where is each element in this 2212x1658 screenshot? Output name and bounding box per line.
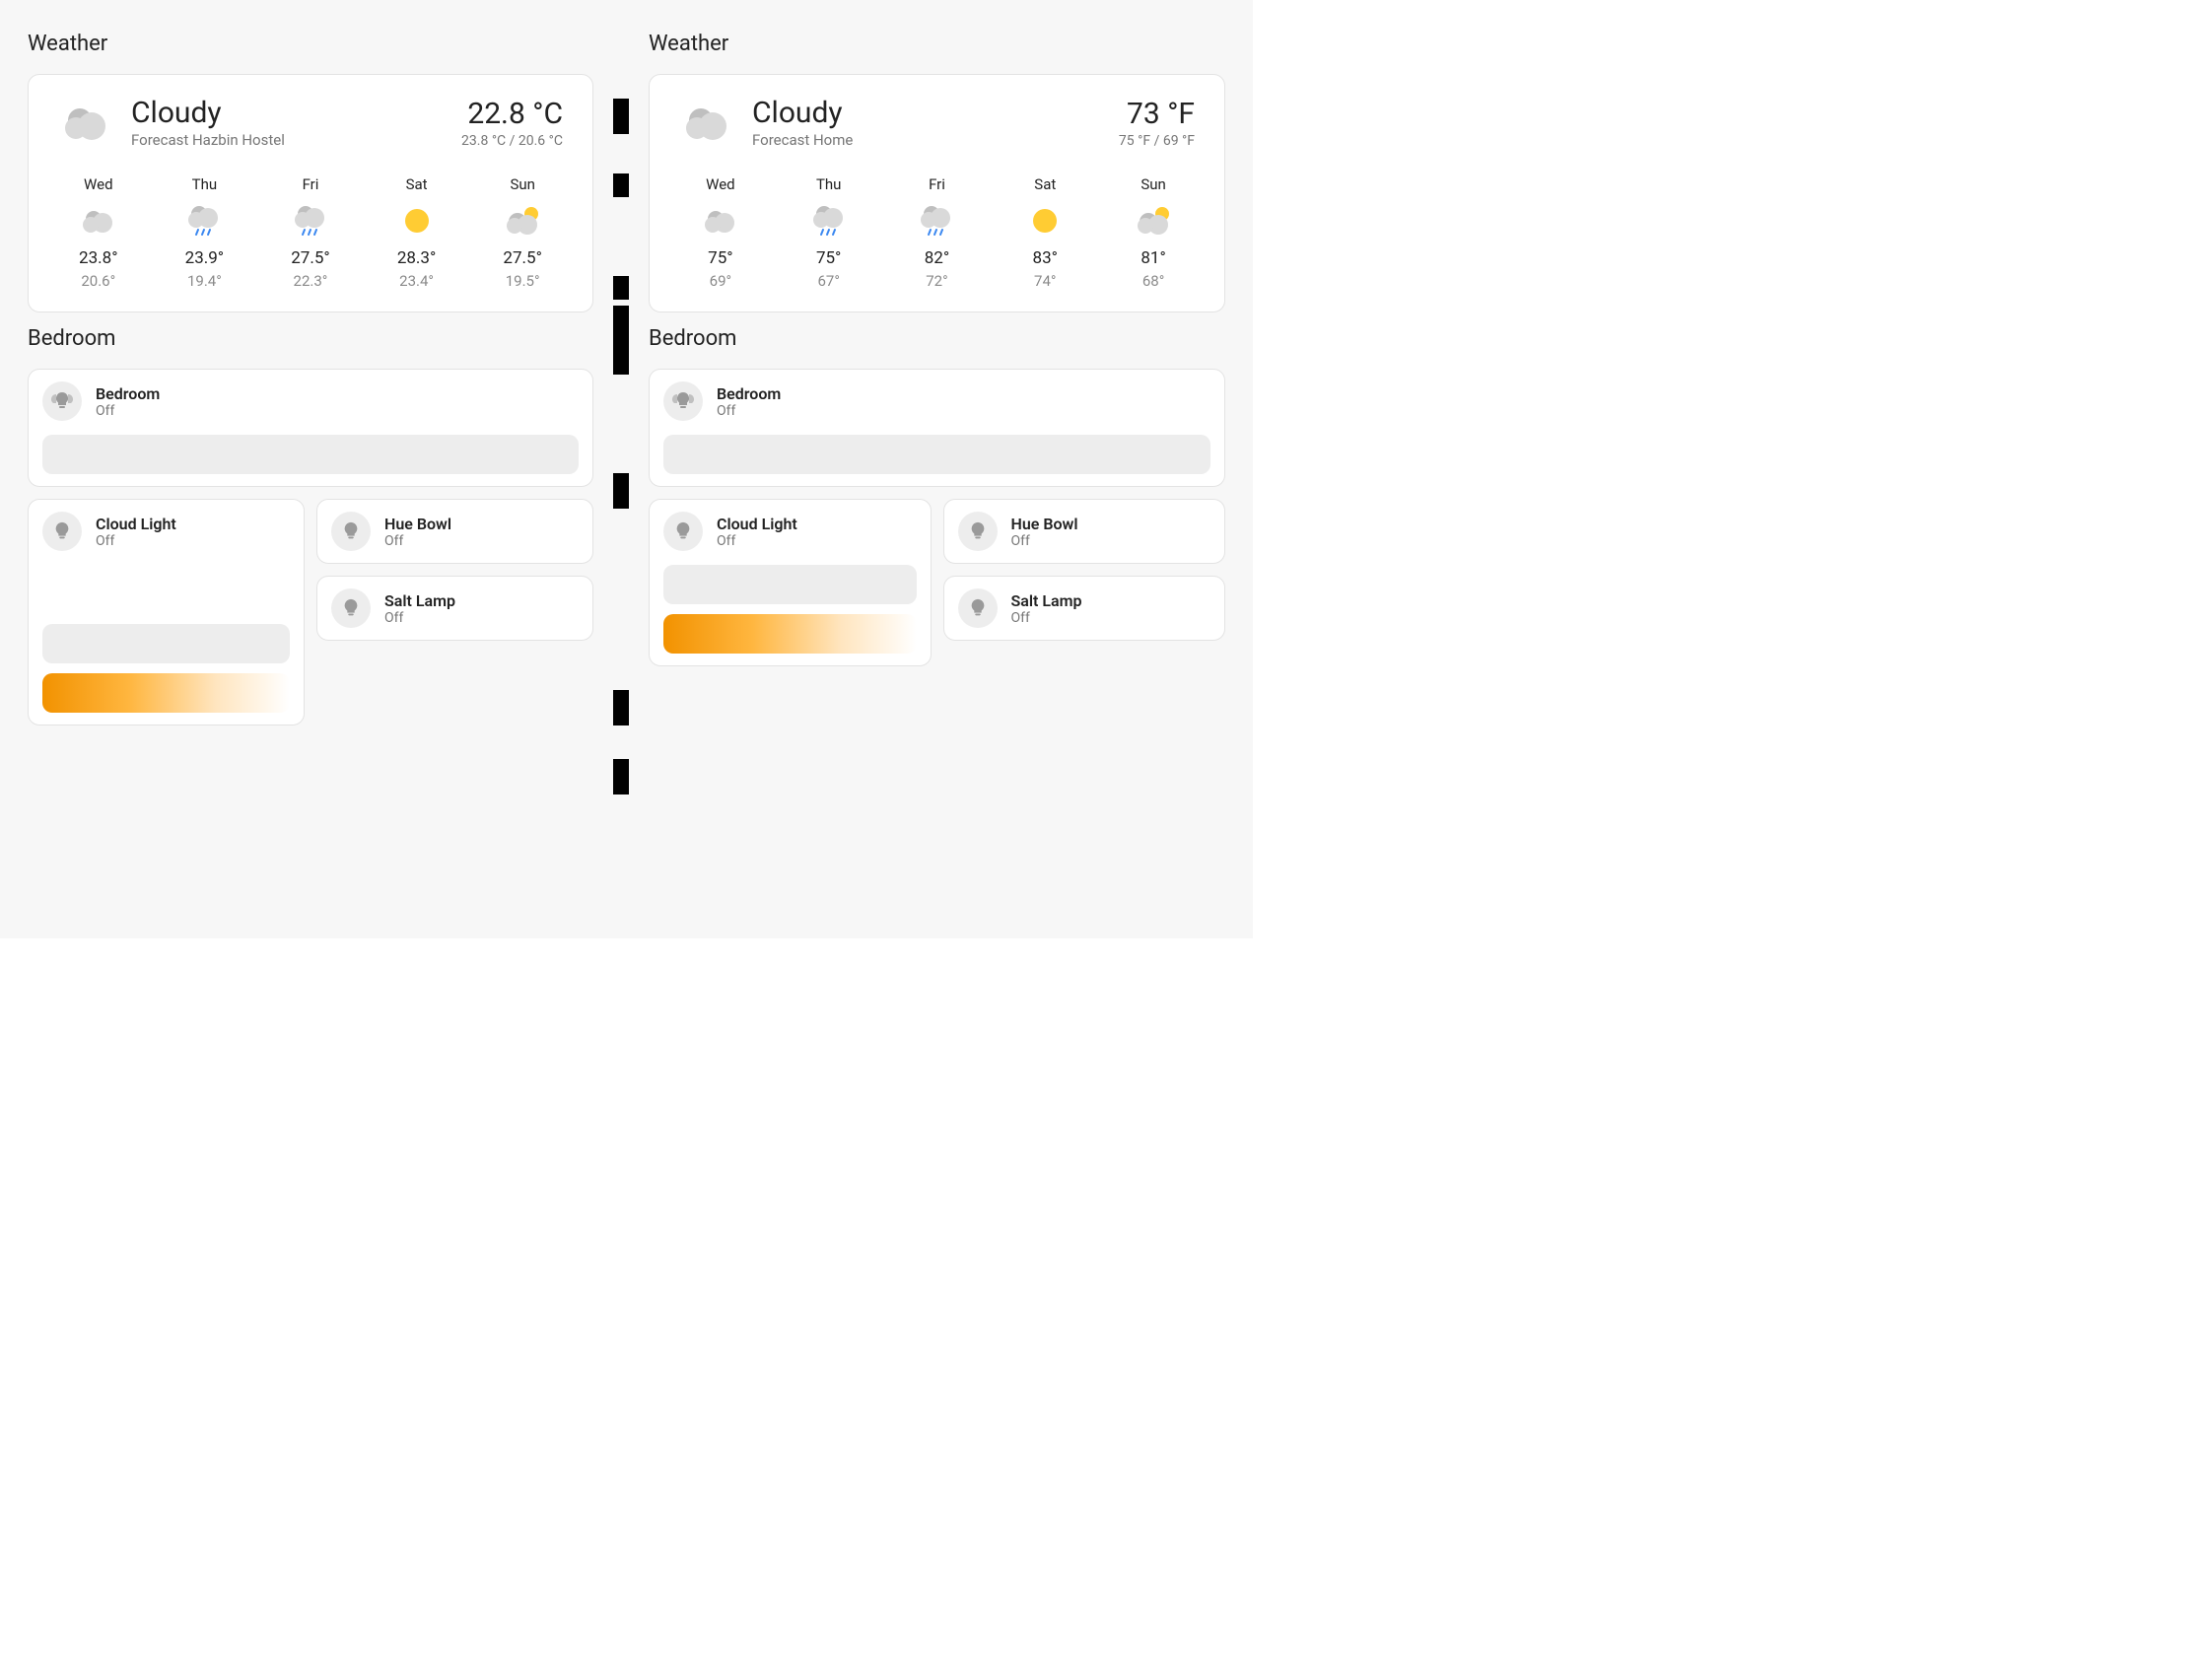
bulb-icon [958,512,998,551]
forecast-day[interactable]: Wed 75° 69° [669,175,772,290]
cloud-light-tile[interactable]: Cloud Light Off [28,499,305,725]
weather-card[interactable]: Cloudy Forecast Hazbin Hostel 22.8 °C 23… [28,74,593,312]
weather-temp-range: 23.8 °C / 20.6 °C [461,133,563,149]
weather-section-title: Weather [28,32,593,56]
rainy-icon [886,201,989,241]
bulb-icon [958,588,998,628]
salt-lamp-tile[interactable]: Salt Lamp Off [316,576,593,641]
weather-header: Cloudy Forecast Home 73 °F 75 °F / 69 °F [669,97,1205,158]
bulb-group-icon [663,381,703,421]
forecast-day[interactable]: Thu 23.9° 19.4° [155,175,255,290]
left-dashboard: Weather Cloudy Forecast Hazbin Hostel 22… [0,0,621,938]
weather-condition: Cloudy [752,97,1101,129]
cloudy-icon [48,201,149,241]
tile-name: Bedroom [96,384,579,403]
right-dashboard: Weather Cloudy Forecast Home 73 °F 75 °F… [621,0,1253,938]
hue-bowl-tile[interactable]: Hue Bowl Off [943,499,1226,564]
brightness-slider[interactable] [663,435,1210,474]
forecast-day[interactable]: Thu 75° 67° [778,175,880,290]
bulb-icon [331,588,371,628]
weather-forecast-name: Forecast Hazbin Hostel [131,131,444,149]
weather-card[interactable]: Cloudy Forecast Home 73 °F 75 °F / 69 °F… [649,74,1225,312]
weather-header: Cloudy Forecast Hazbin Hostel 22.8 °C 23… [48,97,573,158]
bulb-icon [331,512,371,551]
sunny-icon [994,201,1096,241]
weather-temp: 73 °F [1119,97,1195,131]
rainy-icon [155,201,255,241]
bedroom-group-tile[interactable]: Bedroom Off [649,369,1225,487]
forecast-row: Wed 23.8° 20.6° Thu 23.9° 19.4° Fri 27.5… [48,175,573,290]
bedroom-group-tile[interactable]: Bedroom Off [28,369,593,487]
sunny-icon [367,201,467,241]
forecast-day[interactable]: Sun 27.5° 19.5° [472,175,573,290]
forecast-day[interactable]: Fri 82° 72° [886,175,989,290]
color-temp-slider[interactable] [42,673,290,713]
cloud-light-tile[interactable]: Cloud Light Off [649,499,932,666]
forecast-row: Wed 75° 69° Thu 75° 67° Fri 82° 72° Sat … [669,175,1205,290]
color-temp-slider[interactable] [663,614,917,654]
rainy-icon [778,201,880,241]
weather-temp: 22.8 °C [461,97,563,131]
weather-section-title: Weather [649,32,1225,56]
brightness-slider[interactable] [42,624,290,663]
cloudy-icon [669,201,772,241]
brightness-slider[interactable] [663,565,917,604]
hue-bowl-tile[interactable]: Hue Bowl Off [316,499,593,564]
brightness-slider[interactable] [42,435,579,474]
weather-temp-range: 75 °F / 69 °F [1119,133,1195,149]
forecast-day[interactable]: Fri 27.5° 22.3° [260,175,361,290]
forecast-day[interactable]: Sun 81° 68° [1102,175,1205,290]
weather-forecast-name: Forecast Home [752,131,1101,149]
bedroom-section-title: Bedroom [649,326,1225,351]
salt-lamp-tile[interactable]: Salt Lamp Off [943,576,1226,641]
tile-state: Off [96,403,579,419]
rainy-icon [260,201,361,241]
cloudy-icon [58,97,113,152]
bulb-icon [42,512,82,551]
weather-condition: Cloudy [131,97,444,129]
partly-cloudy-icon [472,201,573,241]
forecast-day[interactable]: Sat 83° 74° [994,175,1096,290]
forecast-day[interactable]: Wed 23.8° 20.6° [48,175,149,290]
bulb-icon [663,512,703,551]
bedroom-section-title: Bedroom [28,326,593,351]
partly-cloudy-icon [1102,201,1205,241]
forecast-day[interactable]: Sat 28.3° 23.4° [367,175,467,290]
cloudy-icon [679,97,734,152]
bulb-group-icon [42,381,82,421]
